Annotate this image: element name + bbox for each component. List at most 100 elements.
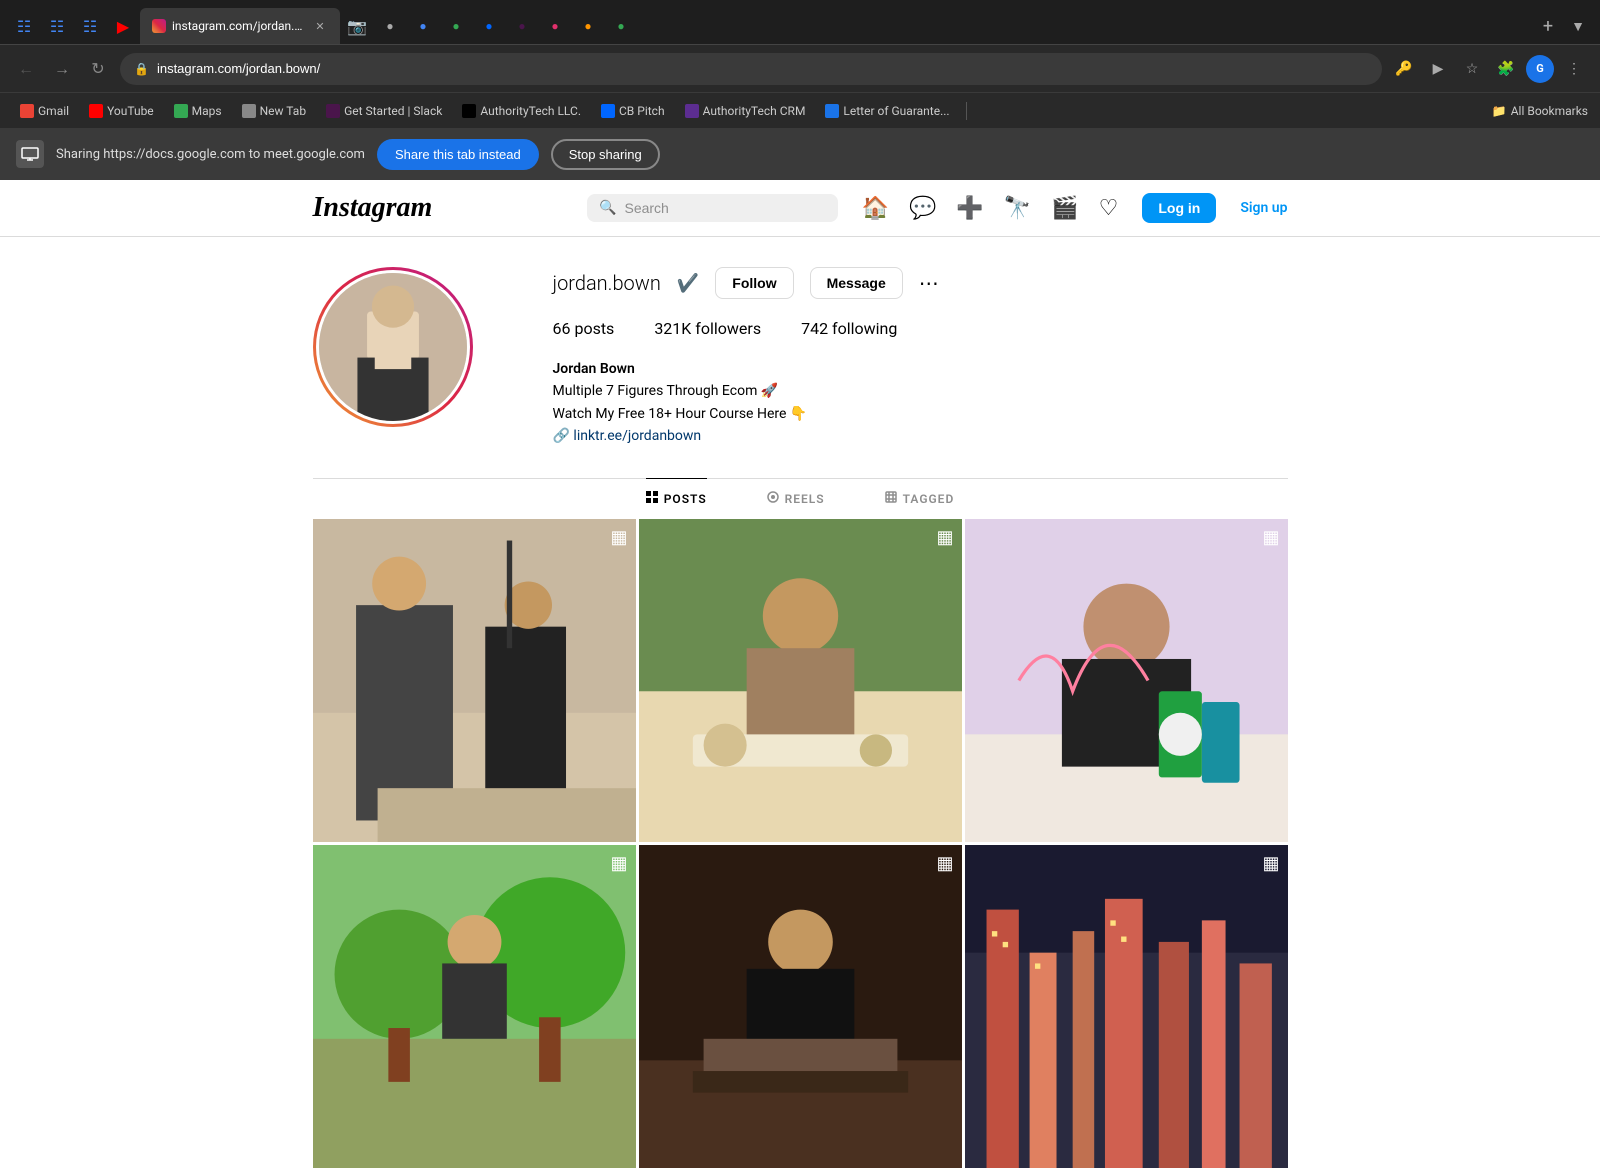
address-bar[interactable]: 🔒 (120, 53, 1382, 85)
followers-stat[interactable]: 321K followers (654, 319, 761, 338)
post-multi-icon-4: ▦ (610, 853, 627, 874)
tab-extra-4[interactable]: ● (473, 10, 505, 42)
link-icon: 🔗 (553, 428, 570, 444)
add-post-icon[interactable]: ➕ (956, 196, 983, 221)
tab-docs-icon[interactable]: ☷ (8, 10, 40, 42)
posts-grid: ▦ ▦ (313, 519, 1288, 1168)
profile-avatar-img[interactable] (319, 273, 467, 421)
share-tab-instead-btn[interactable]: Share this tab instead (377, 139, 539, 170)
post-multi-icon-1: ▦ (610, 527, 627, 548)
message-btn[interactable]: Message (810, 267, 903, 299)
tab-favicon-instagram (152, 19, 166, 33)
tab-bar: ☷ ☷ ☷ ▶ instagram.com/jordan.bown/ ✕ 📷 ●… (0, 0, 1600, 44)
tab-extra-2[interactable]: ● (407, 10, 439, 42)
follow-btn[interactable]: Follow (715, 267, 793, 299)
profile-stats: 66 posts 321K followers 742 following (553, 319, 1288, 338)
grid-icon (646, 491, 658, 507)
tab-reels[interactable]: REELS (767, 478, 825, 519)
more-options-icon[interactable]: ⋯ (919, 271, 939, 295)
bookmark-newtab[interactable]: New Tab (234, 102, 314, 120)
bookmark-maps-label: Maps (192, 104, 222, 118)
post-5[interactable]: ▦ (639, 845, 962, 1168)
bookmark-authoritytech[interactable]: AuthorityTech LLC. (454, 102, 589, 120)
tab-extra-3[interactable]: ● (440, 10, 472, 42)
bookmarks-all-label: All Bookmarks (1511, 104, 1588, 118)
bookmark-youtube[interactable]: YouTube (81, 102, 162, 120)
bookmarks-divider (966, 102, 967, 120)
reels-icon (767, 491, 779, 507)
nav-right: 🔑 ▶ ☆ 🧩 G ⋮ (1390, 55, 1588, 83)
post-1[interactable]: ▦ (313, 519, 636, 842)
heart-icon[interactable]: ♡ (1099, 196, 1119, 221)
tab-extra-1[interactable]: ● (374, 10, 406, 42)
profile-icon[interactable]: G (1526, 55, 1554, 83)
stop-sharing-btn[interactable]: Stop sharing (551, 139, 660, 170)
bookmark-newtab-label: New Tab (260, 104, 306, 118)
back-btn[interactable]: ← (12, 55, 40, 83)
bio-link[interactable]: linktr.ee/jordanbown (573, 428, 701, 444)
tab-menu-btn[interactable]: ▼ (1564, 12, 1592, 40)
forward-btn[interactable]: → (48, 55, 76, 83)
search-input[interactable] (624, 200, 825, 216)
following-count: 742 following (801, 319, 897, 338)
tab-extra-7[interactable]: ● (572, 10, 604, 42)
sharing-monitor-icon (16, 140, 44, 168)
posts-tab-label: POSTS (664, 492, 707, 506)
bookmark-cbpitch-label: CB Pitch (619, 104, 665, 118)
tagged-icon (885, 491, 897, 507)
post-6[interactable]: ▦ (965, 845, 1288, 1168)
login-btn[interactable]: Log in (1142, 193, 1216, 223)
tab-close-btn[interactable]: ✕ (312, 18, 328, 34)
reels-nav-icon[interactable]: 🎬 (1051, 196, 1078, 221)
tab-extra-8[interactable]: ● (605, 10, 637, 42)
instagram-logo: Instagram (313, 192, 564, 224)
bookmark-gmail[interactable]: Gmail (12, 102, 77, 120)
reels-tab-label: REELS (785, 492, 825, 506)
explore-icon[interactable]: 🔭 (1004, 196, 1031, 221)
lock-icon: 🔒 (134, 62, 149, 76)
bookmarks-all-btn[interactable]: 📁 All Bookmarks (1492, 104, 1588, 118)
search-box[interactable]: 🔍 (587, 194, 838, 222)
tab-docs2-icon[interactable]: ☷ (41, 10, 73, 42)
bookmark-youtube-label: YouTube (107, 104, 154, 118)
post-2[interactable]: ▦ (639, 519, 962, 842)
tab-youtube-icon[interactable]: ▶ (107, 10, 139, 42)
tab-extra-6[interactable]: ● (539, 10, 571, 42)
tab-posts[interactable]: POSTS (646, 478, 707, 519)
tab-instagram2-icon[interactable]: 📷 (341, 10, 373, 42)
password-icon[interactable]: 🔑 (1390, 55, 1418, 83)
post-multi-icon-5: ▦ (936, 853, 953, 874)
address-input[interactable] (157, 61, 1368, 76)
tab-tagged[interactable]: TAGGED (885, 478, 955, 519)
tab-instagram-active[interactable]: instagram.com/jordan.bown/ ✕ (140, 8, 340, 44)
bookmark-authoritytech-crm[interactable]: AuthorityTech CRM (677, 102, 814, 120)
profile-section: jordan.bown ✔️ Follow Message ⋯ 66 posts… (313, 237, 1288, 478)
bookmark-maps[interactable]: Maps (166, 102, 230, 120)
followers-count: 321K followers (654, 319, 761, 338)
bookmark-slack[interactable]: Get Started | Slack (318, 102, 450, 120)
messenger-icon[interactable]: 💬 (909, 196, 936, 221)
cast-icon[interactable]: ▶ (1424, 55, 1452, 83)
following-stat[interactable]: 742 following (801, 319, 897, 338)
bookmark-authoritytech-crm-label: AuthorityTech CRM (703, 104, 806, 118)
sharing-text: Sharing https://docs.google.com to meet.… (56, 147, 365, 162)
browser-nav: ← → ↻ 🔒 🔑 ▶ ☆ 🧩 G ⋮ (0, 44, 1600, 92)
tab-extra-5[interactable]: ● (506, 10, 538, 42)
bookmark-cbpitch[interactable]: CB Pitch (593, 102, 673, 120)
post-4[interactable]: ▦ (313, 845, 636, 1168)
home-icon[interactable]: 🏠 (862, 196, 889, 221)
posts-stat: 66 posts (553, 319, 615, 338)
signup-link[interactable]: Sign up (1240, 200, 1287, 216)
reload-btn[interactable]: ↻ (84, 55, 112, 83)
avatar-svg (319, 273, 467, 421)
bookmark-slack-label: Get Started | Slack (344, 104, 442, 118)
extensions-icon[interactable]: 🧩 (1492, 55, 1520, 83)
bookmark-letter[interactable]: Letter of Guarante... (817, 102, 957, 120)
tab-docs3-icon[interactable]: ☷ (74, 10, 106, 42)
search-icon: 🔍 (599, 200, 616, 216)
post-3[interactable]: ▦ (965, 519, 1288, 842)
bookmark-gmail-label: Gmail (38, 104, 69, 118)
menu-icon[interactable]: ⋮ (1560, 55, 1588, 83)
bookmark-star-icon[interactable]: ☆ (1458, 55, 1486, 83)
new-tab-btn[interactable]: + (1534, 12, 1562, 40)
